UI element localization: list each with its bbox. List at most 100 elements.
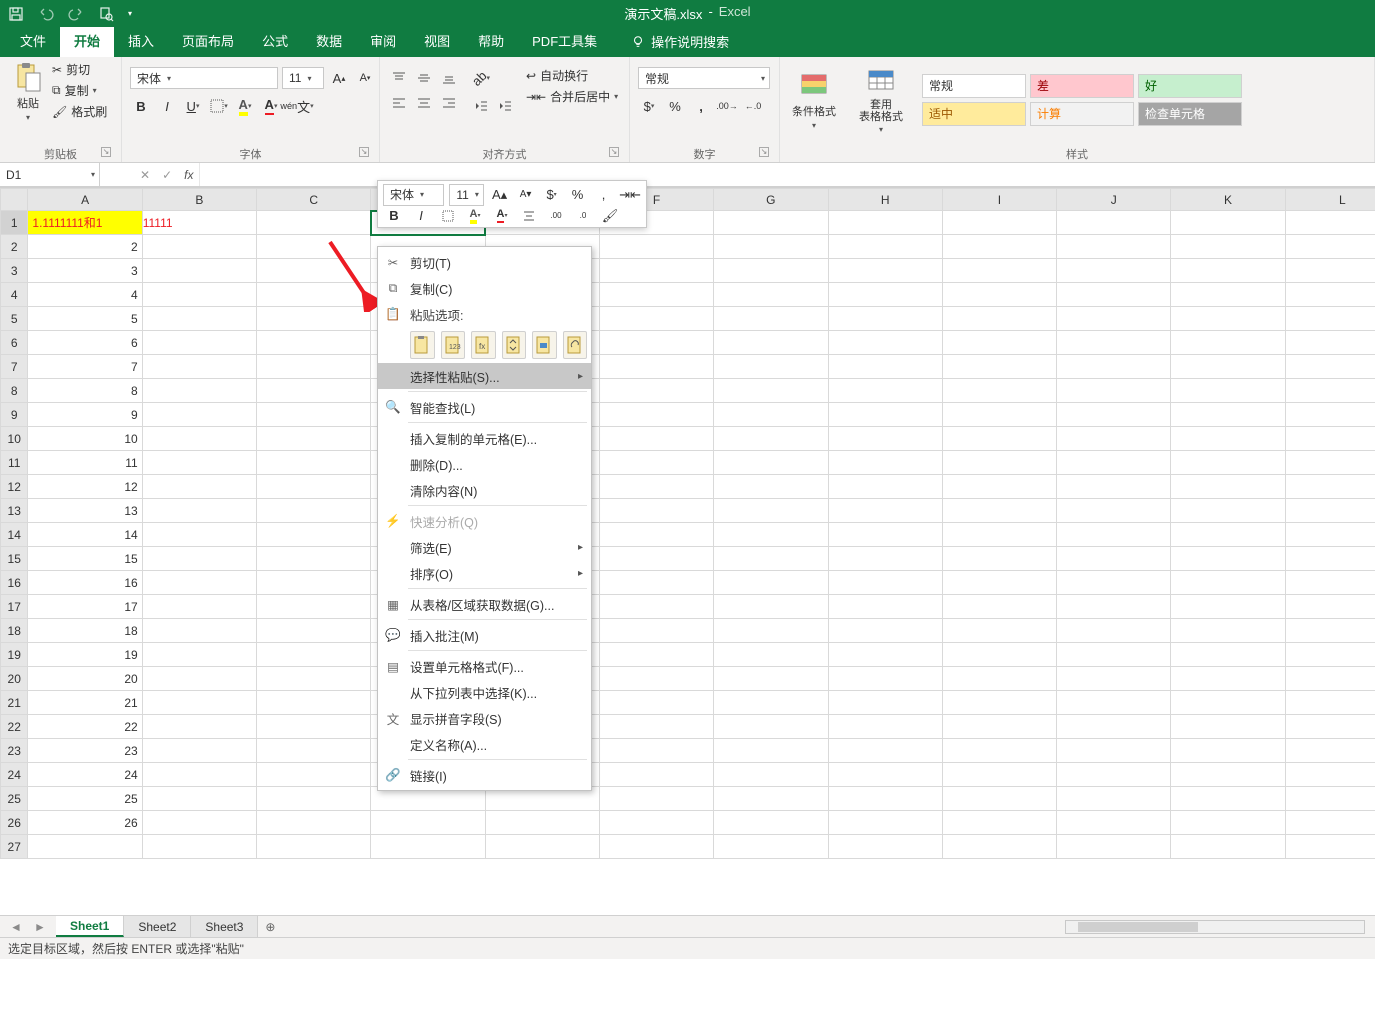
cell-A6[interactable]: 6	[28, 331, 142, 355]
cell-I3[interactable]	[942, 259, 1056, 283]
cell-L9[interactable]	[1285, 403, 1375, 427]
cell-J7[interactable]	[1057, 355, 1171, 379]
ctx-delete[interactable]: 删除(D)...	[378, 451, 591, 477]
cell-F21[interactable]	[599, 691, 713, 715]
cell-B24[interactable]	[142, 763, 256, 787]
cell-K8[interactable]	[1171, 379, 1285, 403]
cell-F3[interactable]	[599, 259, 713, 283]
cell-L5[interactable]	[1285, 307, 1375, 331]
cell-K10[interactable]	[1171, 427, 1285, 451]
cell-H20[interactable]	[828, 667, 942, 691]
cell-C26[interactable]	[257, 811, 371, 835]
mini-italic-icon[interactable]: I	[410, 205, 432, 227]
cell-F9[interactable]	[599, 403, 713, 427]
cell-G19[interactable]	[714, 643, 828, 667]
border-button[interactable]: ▾	[208, 95, 230, 117]
tab-insert[interactable]: 插入	[114, 25, 168, 57]
cell-C27[interactable]	[257, 835, 371, 859]
cell-H12[interactable]	[828, 475, 942, 499]
cell-A8[interactable]: 8	[28, 379, 142, 403]
underline-button[interactable]: U▾	[182, 95, 204, 117]
increase-indent-icon[interactable]	[494, 95, 516, 117]
style-normal[interactable]: 常规	[922, 74, 1026, 98]
tell-me-search[interactable]: 操作说明搜索	[621, 26, 739, 57]
cell-A14[interactable]: 14	[28, 523, 142, 547]
cell-G9[interactable]	[714, 403, 828, 427]
ctx-insert-comment[interactable]: 💬插入批注(M)	[378, 622, 591, 648]
cell-K21[interactable]	[1171, 691, 1285, 715]
cell-J12[interactable]	[1057, 475, 1171, 499]
ctx-sort[interactable]: 排序(O)▸	[378, 560, 591, 586]
cell-D27[interactable]	[371, 835, 485, 859]
cell-F26[interactable]	[599, 811, 713, 835]
cell-B9[interactable]	[142, 403, 256, 427]
cell-I22[interactable]	[942, 715, 1056, 739]
cell-F13[interactable]	[599, 499, 713, 523]
cell-C12[interactable]	[257, 475, 371, 499]
cell-F25[interactable]	[599, 787, 713, 811]
insert-function-icon[interactable]: fx	[184, 168, 193, 182]
cell-G16[interactable]	[714, 571, 828, 595]
align-center-icon[interactable]	[413, 92, 435, 114]
cell-J27[interactable]	[1057, 835, 1171, 859]
cell-G20[interactable]	[714, 667, 828, 691]
cell-K1[interactable]	[1171, 211, 1285, 235]
cell-F24[interactable]	[599, 763, 713, 787]
cell-I23[interactable]	[942, 739, 1056, 763]
cell-G21[interactable]	[714, 691, 828, 715]
row-header-5[interactable]: 5	[1, 307, 28, 331]
cell-I4[interactable]	[942, 283, 1056, 307]
cell-C7[interactable]	[257, 355, 371, 379]
ctx-cut[interactable]: ✂剪切(T)	[378, 249, 591, 275]
cell-I27[interactable]	[942, 835, 1056, 859]
redo-icon[interactable]	[68, 6, 84, 22]
cell-L2[interactable]	[1285, 235, 1375, 259]
cell-K5[interactable]	[1171, 307, 1285, 331]
cell-I19[interactable]	[942, 643, 1056, 667]
cell-C20[interactable]	[257, 667, 371, 691]
cell-B8[interactable]	[142, 379, 256, 403]
decrease-font-icon[interactable]: A▾	[354, 67, 376, 89]
cell-B4[interactable]	[142, 283, 256, 307]
orientation-button[interactable]: ab▾	[470, 67, 492, 89]
cell-F6[interactable]	[599, 331, 713, 355]
horizontal-scrollbar[interactable]	[1065, 920, 1365, 934]
cell-I26[interactable]	[942, 811, 1056, 835]
row-header-4[interactable]: 4	[1, 283, 28, 307]
ctx-link[interactable]: 🔗链接(I)	[378, 762, 591, 788]
cell-K12[interactable]	[1171, 475, 1285, 499]
cell-B3[interactable]	[142, 259, 256, 283]
qat-customize-icon[interactable]: ▾	[128, 9, 132, 18]
cell-I21[interactable]	[942, 691, 1056, 715]
row-header-21[interactable]: 21	[1, 691, 28, 715]
cell-C17[interactable]	[257, 595, 371, 619]
increase-font-icon[interactable]: A▴	[328, 67, 350, 89]
merge-center-button[interactable]: ⇥⇤合并后居中▾	[526, 88, 618, 105]
cell-C13[interactable]	[257, 499, 371, 523]
cell-C23[interactable]	[257, 739, 371, 763]
cell-C2[interactable]	[257, 235, 371, 259]
cell-H4[interactable]	[828, 283, 942, 307]
mini-inc-decimal-icon[interactable]: .00	[545, 205, 567, 227]
cell-I24[interactable]	[942, 763, 1056, 787]
row-header-2[interactable]: 2	[1, 235, 28, 259]
cell-K23[interactable]	[1171, 739, 1285, 763]
cell-L19[interactable]	[1285, 643, 1375, 667]
row-header-12[interactable]: 12	[1, 475, 28, 499]
mini-increase-font-icon[interactable]: A▴	[489, 184, 510, 206]
cell-F18[interactable]	[599, 619, 713, 643]
cell-G24[interactable]	[714, 763, 828, 787]
cell-G11[interactable]	[714, 451, 828, 475]
align-right-icon[interactable]	[438, 92, 460, 114]
cell-K20[interactable]	[1171, 667, 1285, 691]
row-header-6[interactable]: 6	[1, 331, 28, 355]
cell-H1[interactable]	[828, 211, 942, 235]
cell-K7[interactable]	[1171, 355, 1285, 379]
paste-values-icon[interactable]: 123	[441, 331, 466, 359]
paste-all-icon[interactable]	[410, 331, 435, 359]
cell-I7[interactable]	[942, 355, 1056, 379]
font-name-select[interactable]: 宋体▾	[130, 67, 278, 89]
row-header-20[interactable]: 20	[1, 667, 28, 691]
cell-K11[interactable]	[1171, 451, 1285, 475]
cell-F4[interactable]	[599, 283, 713, 307]
